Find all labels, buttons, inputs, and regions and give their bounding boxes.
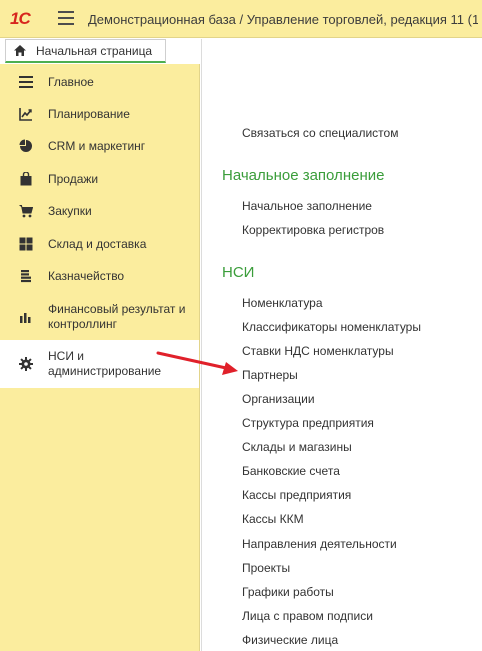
warehouse-grid-icon: [19, 237, 33, 251]
hamburger-icon: [19, 75, 33, 89]
sidebar-item-label: Закупки: [48, 204, 92, 218]
link-vat-rates[interactable]: Ставки НДС номенклатуры: [242, 344, 394, 358]
chart-trend-icon: [19, 107, 33, 121]
link-kkm-registers[interactable]: Кассы ККМ: [242, 512, 304, 526]
sidebar-item-nsi-administration[interactable]: НСИ и администрирование: [0, 340, 199, 388]
contact-specialist-link[interactable]: Связаться со специалистом: [242, 126, 398, 140]
sidebar-item-label: Финансовый результат и контроллинг: [48, 302, 186, 331]
bar-chart-icon: [19, 310, 33, 324]
sections-sidebar: Главное Планирование CRM и маркетинг Про…: [0, 64, 200, 651]
sidebar-item-treasury[interactable]: Казначейство: [0, 264, 199, 288]
coins-icon: [19, 269, 33, 283]
link-cash-desks[interactable]: Кассы предприятия: [242, 488, 351, 502]
sidebar-item-warehouse[interactable]: Склад и доставка: [0, 232, 199, 256]
section-content-panel: Связаться со специалистом Начальное запо…: [201, 39, 482, 651]
section-title-initial-fill: Начальное заполнение: [222, 167, 385, 184]
shopping-bag-icon: [19, 172, 33, 186]
home-icon: [14, 45, 26, 56]
link-partners[interactable]: Партнеры: [242, 368, 298, 382]
link-warehouses-stores[interactable]: Склады и магазины: [242, 440, 352, 454]
link-work-schedules[interactable]: Графики работы: [242, 585, 334, 599]
link-projects[interactable]: Проекты: [242, 561, 290, 575]
link-initial-fill[interactable]: Начальное заполнение: [242, 199, 372, 213]
title-bar: 1С Демонстрационная база / Управление то…: [0, 0, 482, 38]
window-title: Демонстрационная база / Управление торго…: [88, 12, 478, 27]
sidebar-item-financial-result[interactable]: Финансовый результат и контроллинг: [0, 296, 199, 336]
section-title-nsi: НСИ: [222, 264, 255, 281]
app-logo[interactable]: 1С: [10, 9, 31, 29]
link-register-adjustment[interactable]: Корректировка регистров: [242, 223, 384, 237]
main-menu-icon[interactable]: [58, 11, 74, 25]
link-nomenclature-classifiers[interactable]: Классификаторы номенклатуры: [242, 320, 421, 334]
pie-chart-icon: [19, 139, 33, 153]
sidebar-item-label: CRM и маркетинг: [48, 139, 146, 153]
sidebar-item-main[interactable]: Главное: [0, 70, 199, 94]
sidebar-item-label: Планирование: [48, 107, 130, 121]
sidebar-item-label: НСИ и администрирование: [48, 349, 162, 378]
sidebar-item-planning[interactable]: Планирование: [0, 102, 199, 126]
link-nomenclature[interactable]: Номенклатура: [242, 296, 323, 310]
tab-home-label: Начальная страница: [36, 44, 153, 58]
link-individuals[interactable]: Физические лица: [242, 633, 338, 647]
sidebar-item-purchases[interactable]: Закупки: [0, 199, 199, 223]
sidebar-item-label: Продажи: [48, 172, 99, 186]
link-enterprise-structure[interactable]: Структура предприятия: [242, 416, 374, 430]
sidebar-item-label: Склад и доставка: [48, 237, 147, 251]
link-business-areas[interactable]: Направления деятельности: [242, 537, 397, 551]
sidebar-item-sales[interactable]: Продажи: [0, 167, 199, 191]
link-bank-accounts[interactable]: Банковские счета: [242, 464, 340, 478]
link-organizations[interactable]: Организации: [242, 392, 315, 406]
sidebar-item-label: Главное: [48, 75, 94, 89]
sidebar-item-crm[interactable]: CRM и маркетинг: [0, 134, 199, 158]
sidebar-item-label: Казначейство: [48, 269, 125, 283]
gear-icon: [19, 357, 33, 371]
link-signatories[interactable]: Лица с правом подписи: [242, 609, 373, 623]
tab-home-page[interactable]: Начальная страница: [5, 39, 166, 63]
cart-icon: [19, 204, 33, 218]
